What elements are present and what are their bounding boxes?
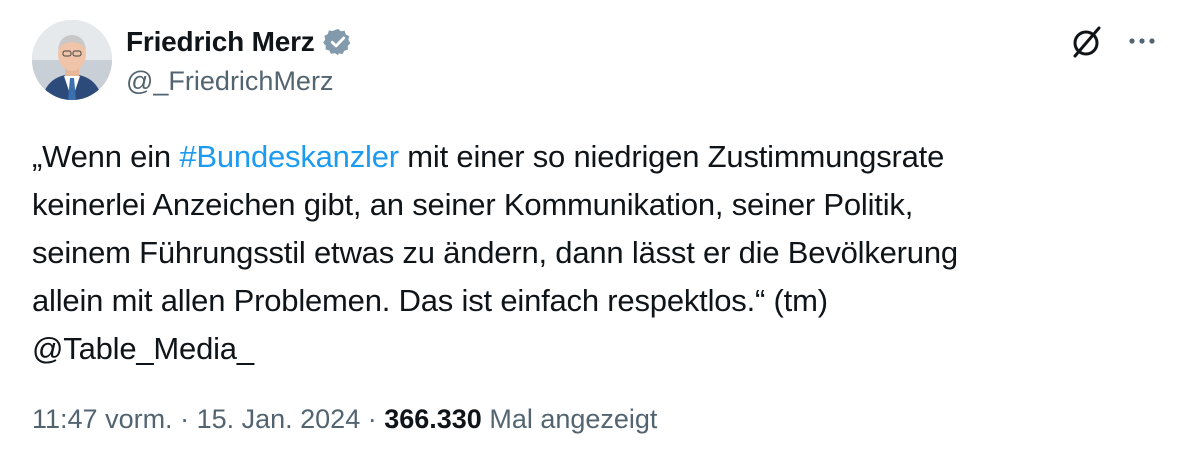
tweet-text-line: „Wenn ein #Bundeskanzler mit einer so ni… [32,133,1152,181]
tweet-time[interactable]: 11:47 vorm. [32,404,173,434]
hashtag-link[interactable]: #Bundeskanzler [179,139,399,174]
meta-separator: · [172,404,197,434]
tweet-text-line: seinem Führungsstil etwas zu ändern, dan… [32,235,958,270]
verified-badge-icon[interactable] [322,27,353,57]
tweet-text-segment: mit einer so niedrigen Zustimmungsrate [398,139,945,174]
grok-slash-icon[interactable] [1066,22,1106,62]
views-label: Mal angezeigt [481,404,658,434]
tweet-text-line: keinerlei Anzeichen gibt, an seiner Komm… [32,187,914,222]
tweet-card: Friedrich Merz @_FriedrichMerz „Wenn ein… [0,0,1192,474]
author-handle[interactable]: @_FriedrichMerz [126,66,333,97]
views-count[interactable]: 366.330 [384,404,482,434]
tweet-text-line: allein mit allen Problemen. Das ist einf… [32,283,828,318]
profile-photo-icon [32,20,112,100]
author-name-row: Friedrich Merz [126,26,353,58]
tweet-date[interactable]: 15. Jan. 2024 [197,404,361,434]
tweet-meta: 11:47 vorm. · 15. Jan. 2024 · 366.330 Ma… [32,404,657,435]
tweet-text-segment: „Wenn ein [32,139,180,174]
meta-separator: · [360,404,385,434]
avatar[interactable] [32,20,112,100]
more-options-icon[interactable] [1124,26,1160,56]
mention-text[interactable]: @Table_Media_ [32,325,1152,373]
tweet-text: „Wenn ein #Bundeskanzler mit einer so ni… [32,133,1152,373]
author-display-name[interactable]: Friedrich Merz [126,26,315,58]
